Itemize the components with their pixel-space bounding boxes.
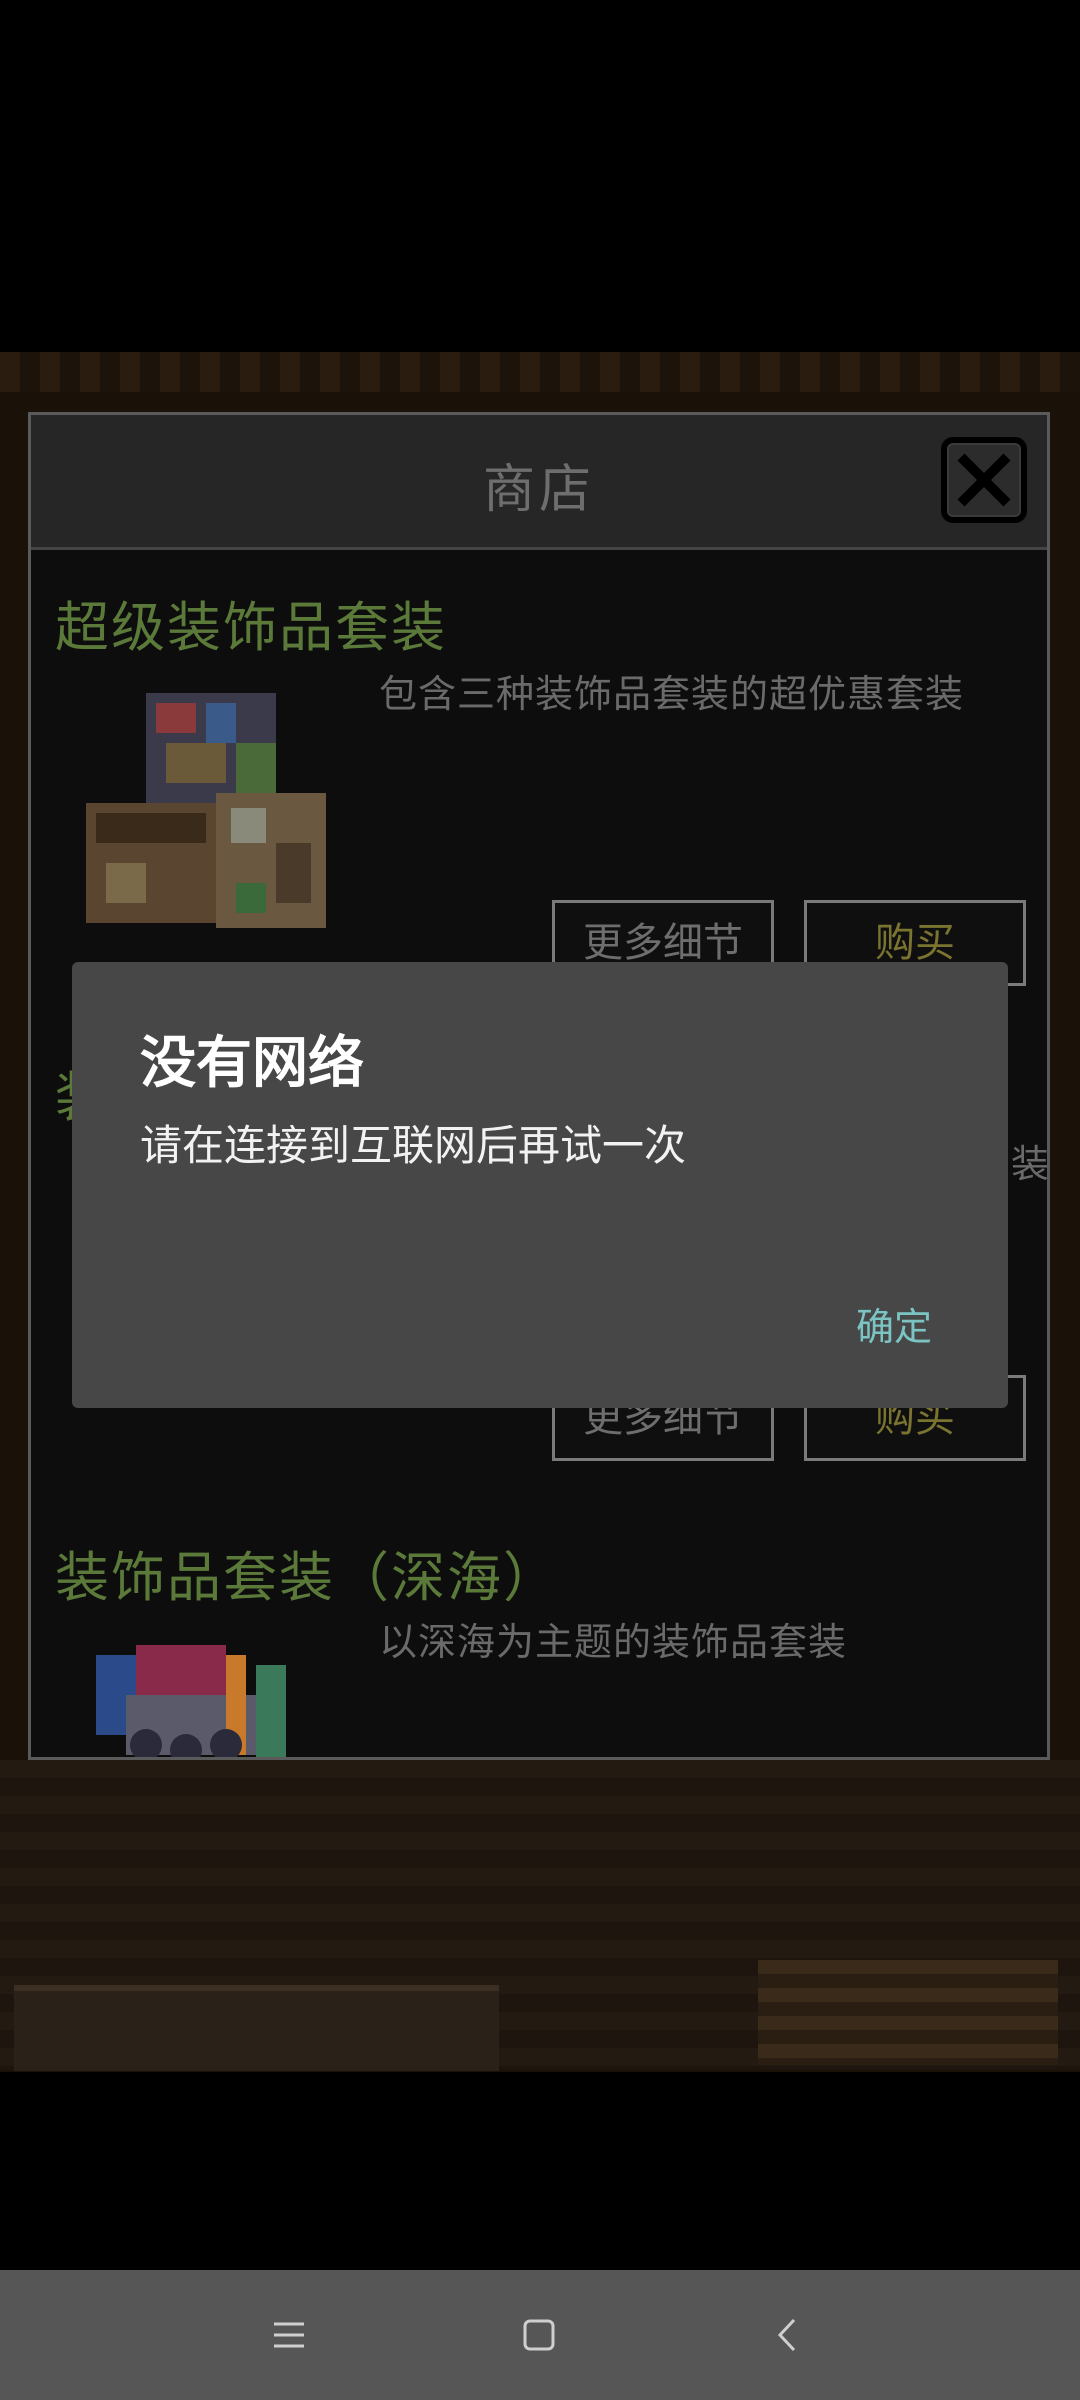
shop-header: 商店: [31, 415, 1047, 550]
scene-table-right: [758, 1960, 1058, 2065]
item-title: 超级装饰品套装: [55, 596, 447, 659]
deep-sea-bundle-image: [96, 1645, 286, 1757]
close-icon: [957, 453, 1011, 507]
system-navigation-bar: [0, 2270, 1080, 2400]
close-button[interactable]: [941, 437, 1027, 523]
item-description: 以深海为主题的装饰品套装: [379, 1620, 848, 1664]
shop-title: 商店: [482, 460, 595, 520]
item-title: 装饰品套装（深海）: [55, 1546, 559, 1609]
back-chevron-icon[interactable]: [762, 2308, 816, 2362]
decoration-bundle-image: [86, 693, 326, 928]
scene-table-left: [14, 1985, 499, 2071]
menu-icon[interactable]: [262, 2308, 316, 2362]
ok-button[interactable]: 确定: [856, 1296, 932, 1351]
no-network-alert: 没有网络 请在连接到互联网后再试一次 确定: [72, 962, 1008, 1408]
home-square-icon[interactable]: [512, 2308, 566, 2362]
item-description: 包含三种装饰品套装的超优惠套装: [379, 672, 965, 716]
item-description: 装: [1011, 1142, 1050, 1186]
alert-title: 没有网络: [140, 1031, 364, 1096]
scene-top-border: [0, 352, 1080, 392]
alert-message: 请在连接到互联网后再试一次: [140, 1121, 687, 1170]
